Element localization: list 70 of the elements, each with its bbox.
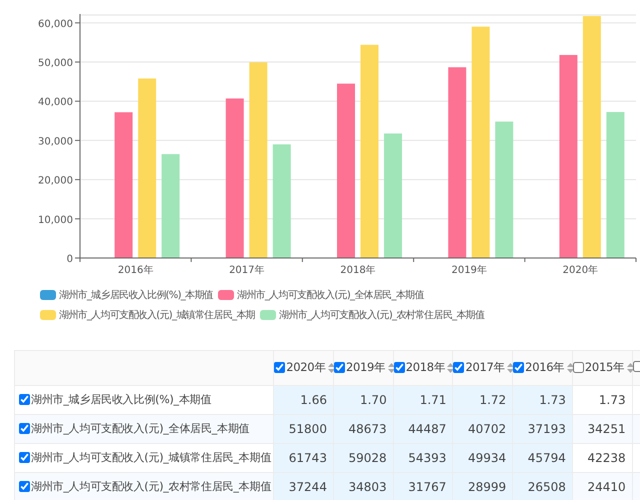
legend-label[interactable]: 湖州市_人均可支配收入(元)_农村常住居民_本期值 [279, 308, 484, 322]
column-checkbox[interactable] [394, 362, 405, 373]
column-header[interactable]: 2018年 [393, 350, 453, 386]
y-tick-label: 30,000 [38, 136, 73, 148]
x-tick-label: 2018年 [340, 265, 376, 276]
row-header: 湖州市_人均可支配收入(元)_全体居民_本期值 [14, 414, 274, 444]
row-header: 湖州市_城乡居民收入比例(%)_本期值 [14, 386, 274, 414]
legend-label[interactable]: 湖州市_城乡居民收入比例(%)_本期值 [59, 288, 214, 302]
row-header: 湖州市_人均可支配收入(元)_城镇常住居民_本期值 [14, 444, 274, 472]
row-header: 湖州市_人均可支配收入(元)_农村常住居民_本期值 [14, 472, 274, 500]
sort-icon[interactable] [507, 362, 514, 372]
legend-swatch[interactable] [40, 290, 56, 300]
row-checkbox[interactable] [19, 394, 30, 405]
column-header[interactable]: 2020年 [274, 350, 334, 386]
y-tick-label: 60,000 [38, 18, 73, 30]
legend-label[interactable]: 湖州市_人均可支配收入(元)_城镇常住居民_本期 [59, 308, 256, 322]
table-cell: 51800 [288, 422, 327, 436]
y-tick-label: 50,000 [38, 58, 73, 70]
table-cell: 26508 [528, 480, 566, 494]
x-tick-label: 2019年 [451, 265, 487, 276]
table-cell: 24410 [587, 480, 626, 494]
legend-swatch[interactable] [40, 310, 56, 320]
x-tick-label: 2016年 [118, 265, 154, 276]
table-cell: 44487 [408, 422, 446, 436]
y-tick-label: 40,000 [38, 97, 73, 108]
sort-icon[interactable] [626, 362, 634, 372]
column-checkbox[interactable] [334, 362, 345, 373]
row-checkbox[interactable] [19, 452, 30, 463]
column-checkbox[interactable] [274, 362, 286, 373]
sort-icon[interactable] [447, 362, 454, 372]
table-cell: 34251 [587, 422, 626, 436]
table-cell: 1.73 [598, 393, 626, 407]
table-cell: 1.72 [479, 393, 506, 407]
table-cell: 49934 [468, 451, 506, 465]
column-header[interactable]: 2015年 [572, 350, 632, 386]
sort-icon[interactable] [566, 362, 574, 372]
table-cell: 37193 [528, 422, 566, 436]
table-cell: 59028 [348, 451, 387, 465]
column-checkbox[interactable] [572, 362, 584, 373]
table-cell: 1.73 [539, 393, 566, 407]
column-header[interactable]: 2017年 [452, 350, 513, 386]
table-cell: 34803 [348, 480, 387, 494]
legend-swatch[interactable] [260, 310, 276, 320]
column-checkbox[interactable] [453, 362, 464, 373]
table-cell: 40702 [468, 422, 506, 436]
table-cell: 37244 [288, 480, 327, 494]
legend-swatch[interactable] [218, 290, 234, 300]
y-tick-label: 20,000 [38, 176, 73, 187]
table-cell: 48673 [348, 422, 387, 436]
sort-icon[interactable] [388, 362, 395, 372]
table-cell: 31767 [408, 480, 446, 494]
x-tick-label: 2017年 [229, 265, 265, 276]
table-cell: 1.71 [420, 393, 446, 407]
column-header[interactable]: 2019年 [333, 350, 394, 386]
table-cell: 45794 [528, 451, 566, 465]
column-checkbox[interactable] [513, 362, 524, 373]
table-cell: 54393 [408, 451, 446, 465]
table-cell: 42238 [587, 451, 626, 465]
y-tick-label: 0 [66, 254, 73, 265]
column-header[interactable]: 2016年 [512, 350, 572, 386]
row-checkbox[interactable] [19, 481, 30, 492]
table-cell: 1.70 [360, 393, 387, 407]
table-cell: 28999 [468, 480, 506, 494]
legend-label[interactable]: 湖州市_人均可支配收入(元)_全体居民_本期值 [237, 288, 424, 302]
x-tick-label: 2020年 [562, 265, 598, 276]
y-tick-label: 10,000 [38, 214, 73, 226]
table-cell: 61743 [288, 451, 327, 465]
row-checkbox[interactable] [19, 423, 30, 434]
table-cell: 1.66 [300, 393, 327, 407]
sort-icon[interactable] [328, 362, 336, 372]
